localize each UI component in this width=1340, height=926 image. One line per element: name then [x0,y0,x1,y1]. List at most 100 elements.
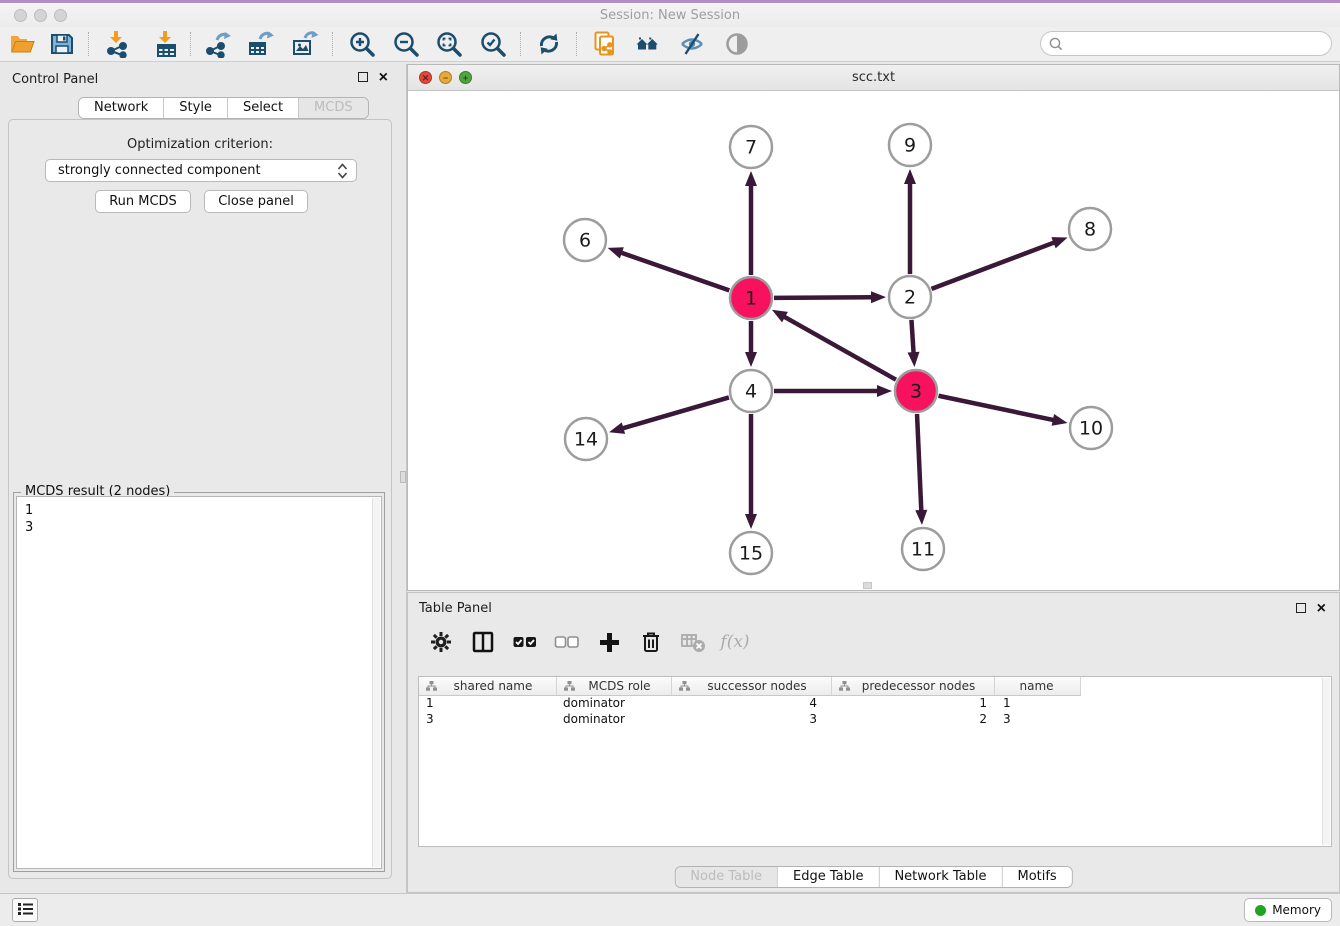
splitter-handle[interactable] [400,471,406,483]
cell-name[interactable]: 1 [995,696,1080,712]
memory-status-icon [1255,905,1266,916]
graph-edge[interactable] [939,396,1055,421]
delete-table-button[interactable] [678,628,708,656]
cell-shared-name[interactable]: 1 [419,696,557,712]
export-table-button[interactable] [247,30,275,58]
cell-predecessor-nodes[interactable]: 1 [832,696,995,712]
cell-mcds-role[interactable]: dominator [557,712,672,728]
cell-successor-nodes[interactable]: 3 [672,712,832,728]
mcds-result-text[interactable]: 1 3 [16,496,382,869]
show-all-button[interactable] [723,30,751,58]
close-panel-button[interactable]: Close panel [204,190,308,213]
refresh-layout-button[interactable] [535,30,563,58]
titlebar: Session: New Session [0,3,1340,27]
graph-node-label: 2 [904,287,916,309]
cell-predecessor-nodes[interactable]: 2 [832,712,995,728]
panel-splitter-vertical[interactable] [400,64,407,893]
network-canvas[interactable]: 1234678910111415 [408,91,1339,590]
tab-node-table[interactable]: Node Table [675,867,777,887]
column-header-name[interactable]: name [995,677,1081,695]
application-window: Session: New Session [0,0,1340,926]
table-panel: Table Panel × f(x) [407,592,1340,893]
graph-edge[interactable] [620,252,729,290]
graph-node-label: 3 [910,381,922,403]
add-column-button[interactable] [594,628,624,656]
network-graph[interactable]: 1234678910111415 [408,91,1339,590]
save-session-button[interactable] [48,30,76,58]
close-panel-icon[interactable]: × [379,72,388,84]
function-builder-button[interactable]: f(x) [720,628,750,656]
table-scrollbar[interactable] [1322,678,1330,845]
zoom-fit-button[interactable] [435,30,463,58]
list-icon [17,902,34,916]
memory-button[interactable]: Memory [1244,898,1332,922]
float-table-panel-icon[interactable] [1296,603,1306,613]
column-header-predecessor-nodes[interactable]: predecessor nodes [832,677,995,695]
table-row[interactable]: 3 dominator 3 2 3 [419,712,1331,728]
close-table-panel-icon[interactable]: × [1317,603,1326,615]
graph-edge-arrowhead [871,291,886,303]
graph-edge-arrowhead [877,385,892,397]
graph-edge[interactable] [911,320,913,354]
tab-network-table[interactable]: Network Table [878,867,1001,887]
open-file-button[interactable] [8,30,36,58]
graph-edge[interactable] [917,414,921,512]
zoom-out-button[interactable] [392,30,420,58]
gear-icon [428,629,454,655]
hide-columns-button[interactable] [552,628,582,656]
column-header-mcds-role[interactable]: MCDS role [557,677,672,695]
split-panel-button[interactable] [468,628,498,656]
cell-shared-name[interactable]: 3 [419,712,557,728]
delete-column-button[interactable] [636,628,666,656]
graph-edge[interactable] [774,297,873,298]
search-box[interactable] [1040,31,1332,56]
hide-selected-button[interactable] [678,30,706,58]
cell-name[interactable]: 3 [995,712,1080,728]
graph-edge-arrowhead [608,247,624,258]
graph-node-label: 14 [574,429,598,451]
tab-style[interactable]: Style [163,98,227,118]
search-input[interactable] [1064,34,1331,54]
graph-node-label: 9 [904,135,916,157]
tab-network[interactable]: Network [79,98,163,118]
tab-select[interactable]: Select [227,98,298,118]
export-network-button[interactable] [204,30,232,58]
float-panel-icon[interactable] [358,72,368,82]
cell-successor-nodes[interactable]: 4 [672,696,832,712]
import-table-button[interactable] [152,30,180,58]
graph-node-label: 4 [745,381,757,403]
column-header-successor-nodes[interactable]: successor nodes [672,677,832,695]
tab-motifs[interactable]: Motifs [1001,867,1071,887]
result-scrollbar[interactable] [372,498,380,867]
zoom-selected-button[interactable] [479,30,507,58]
splitter-handle-horizontal[interactable] [863,582,872,589]
first-neighbors-button[interactable] [634,30,662,58]
graph-node-label: 1 [745,288,757,310]
cell-mcds-role[interactable]: dominator [557,696,672,712]
zoom-in-button[interactable] [348,30,376,58]
column-header-shared-name[interactable]: shared name [419,677,557,695]
export-image-button[interactable] [291,30,319,58]
table-settings-button[interactable] [426,628,456,656]
show-columns-button[interactable] [510,628,540,656]
table-row[interactable]: 1 dominator 4 1 1 [419,696,1331,712]
table-panel-title: Table Panel [419,601,492,616]
zoom-selected-icon [479,30,507,58]
graph-edge[interactable] [932,242,1056,289]
network-view-window: ✕ − + scc.txt 1234678910111415 [407,64,1340,591]
control-panel-tabs: Network Style Select MCDS [78,97,369,119]
graph-edge[interactable] [622,397,729,428]
import-network-button[interactable] [103,30,131,58]
criterion-select[interactable]: strongly connected component [45,159,357,182]
select-chevrons-icon [337,163,348,179]
tab-edge-table[interactable]: Edge Table [777,867,878,887]
run-mcds-button[interactable]: Run MCDS [95,190,191,213]
task-history-button[interactable] [12,898,38,922]
import-network-icon [103,30,131,58]
graph-node-label: 6 [579,230,591,252]
new-network-from-selection-button[interactable] [591,30,619,58]
tab-mcds[interactable]: MCDS [298,98,368,118]
main-toolbar [0,27,1340,62]
graph-edge[interactable] [783,316,896,380]
export-table-icon [247,30,275,58]
